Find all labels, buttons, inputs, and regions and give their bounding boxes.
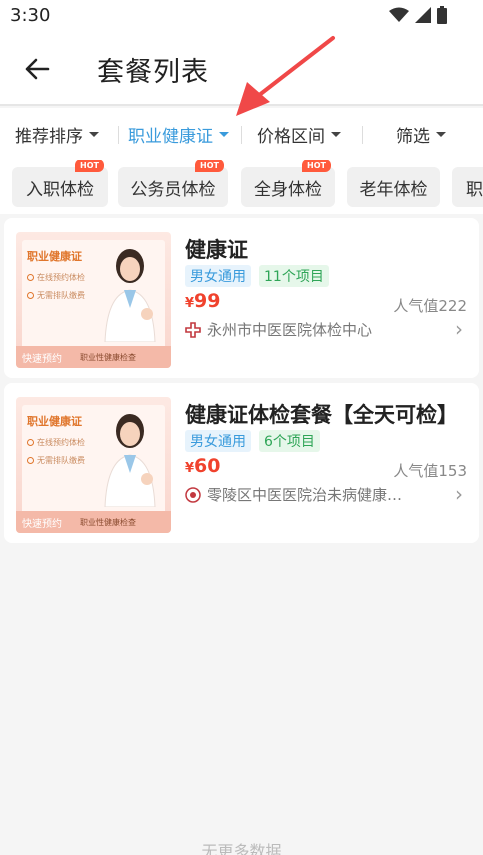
package-thumbnail: 职业健康证 在线预约体检 无需排队缴费 快速预约 职业性健康检查 [16, 397, 171, 533]
tag-occupational-exam[interactable]: 职 [452, 167, 483, 207]
thumbnail-line: 无需排队缴费 [27, 455, 85, 466]
thumbnail-line-text: 在线预约体检 [37, 438, 85, 447]
tag-label: 老年体检 [359, 179, 428, 200]
thumbnail-button: 快速预约 [22, 518, 62, 530]
doctor-illustration [104, 414, 156, 507]
popularity: 人气值153 [393, 462, 467, 480]
status-time: 3:30 [10, 5, 51, 26]
chevron-right-icon: › [455, 317, 463, 341]
check-icon [27, 457, 34, 464]
divider [362, 126, 363, 144]
filter-category-label: 职业健康证 [128, 127, 213, 147]
hospital-logo-icon [185, 486, 201, 503]
status-bar: 3:30 [0, 0, 483, 32]
thumbnail-line-text: 无需排队缴费 [37, 456, 85, 465]
price: ¥99 [185, 290, 221, 312]
chevron-right-icon: › [455, 482, 463, 506]
gender-badge: 男女通用 [185, 265, 251, 287]
filter-screen[interactable]: 筛选 [396, 122, 446, 147]
check-icon [27, 439, 34, 446]
tag-entry-exam[interactable]: 入职体检 HOT [12, 160, 108, 207]
divider [118, 126, 119, 144]
price-value: 99 [194, 290, 221, 312]
caret-down-icon [436, 132, 446, 137]
page-title: 套餐列表 [97, 57, 209, 88]
filter-sort-label: 推荐排序 [15, 127, 83, 147]
popularity: 人气值222 [393, 297, 467, 315]
caret-down-icon [331, 132, 341, 137]
package-card[interactable]: 职业健康证 在线预约体检 无需排队缴费 快速预约 职业性健康检查 健康证体检套餐… [4, 383, 479, 543]
thumbnail-title: 职业健康证 [27, 250, 82, 263]
battery-icon [437, 6, 447, 24]
thumbnail-line-text: 无需排队缴费 [37, 291, 85, 300]
gender-badge: 男女通用 [185, 430, 251, 452]
hot-badge: HOT [75, 160, 104, 172]
arrow-left-icon [25, 58, 50, 80]
currency-symbol: ¥ [185, 296, 195, 311]
header: 套餐列表 [0, 32, 483, 106]
thumbnail-line: 在线预约体检 [27, 437, 85, 448]
thumbnail-footer: 快速预约 职业性健康检查 [16, 511, 171, 533]
filter-bar: 推荐排序 职业健康证 价格区间 筛选 [0, 108, 483, 160]
package-name: 健康证 [185, 238, 248, 262]
thumbnail-title: 职业健康证 [27, 415, 82, 428]
package-thumbnail: 职业健康证 在线预约体检 无需排队缴费 快速预约 职业性健康检查 [16, 232, 171, 368]
caret-down-icon [219, 132, 229, 137]
filter-price-label: 价格区间 [257, 127, 325, 147]
thumbnail-button: 快速预约 [22, 353, 62, 365]
filter-screen-label: 筛选 [396, 127, 430, 147]
back-button[interactable] [20, 52, 54, 86]
items-badge: 11个项目 [259, 265, 329, 287]
thumbnail-footer-text: 职业性健康检查 [80, 352, 136, 362]
wifi-icon [389, 7, 409, 22]
no-more-data: 无更多数据 [201, 842, 282, 855]
tag-label: 全身体检 [254, 179, 322, 200]
package-card[interactable]: 职业健康证 在线预约体检 无需排队缴费 快速预约 职业性健康检查 健康证 男女通… [4, 218, 479, 378]
tag-label: 公务员体检 [130, 179, 216, 200]
tag-elderly-exam[interactable]: 老年体检 [347, 167, 440, 207]
hospital-name: 零陵区中医医院治未病健康… [207, 486, 403, 504]
doctor-illustration [104, 249, 156, 342]
thumbnail-footer: 快速预约 职业性健康检查 [16, 346, 171, 368]
signal-icon [415, 7, 431, 23]
filter-category[interactable]: 职业健康证 [128, 122, 229, 147]
price-value: 60 [194, 455, 221, 477]
filter-price[interactable]: 价格区间 [257, 122, 341, 147]
caret-down-icon [89, 132, 99, 137]
tag-label: 职 [466, 179, 483, 200]
hot-badge: HOT [195, 160, 224, 172]
thumbnail-footer-text: 职业性健康检查 [80, 517, 136, 527]
thumbnail-line: 无需排队缴费 [27, 290, 85, 301]
check-icon [27, 274, 34, 281]
hospital-logo-icon [185, 321, 201, 338]
hot-badge: HOT [302, 160, 331, 172]
items-badge: 6个项目 [259, 430, 320, 452]
hospital: 零陵区中医医院治未病健康… [185, 484, 402, 505]
tag-label: 入职体检 [26, 179, 94, 200]
check-icon [27, 292, 34, 299]
tag-full-body-exam[interactable]: 全身体检 HOT [241, 160, 335, 207]
package-name: 健康证体检套餐【全天可检】 [185, 403, 458, 427]
divider [241, 126, 242, 144]
hospital: 永州市中医医院体检中心 [185, 319, 372, 340]
tag-civil-servant-exam[interactable]: 公务员体检 HOT [118, 160, 228, 207]
filter-sort[interactable]: 推荐排序 [15, 122, 99, 147]
status-icons [389, 6, 447, 24]
category-tags: 入职体检 HOT 公务员体检 HOT 全身体检 HOT 老年体检 职 [0, 160, 483, 214]
thumbnail-line: 在线预约体检 [27, 272, 85, 283]
hospital-name: 永州市中医医院体检中心 [207, 321, 373, 339]
thumbnail-line-text: 在线预约体检 [37, 273, 85, 282]
price: ¥60 [185, 455, 221, 477]
currency-symbol: ¥ [185, 461, 195, 476]
